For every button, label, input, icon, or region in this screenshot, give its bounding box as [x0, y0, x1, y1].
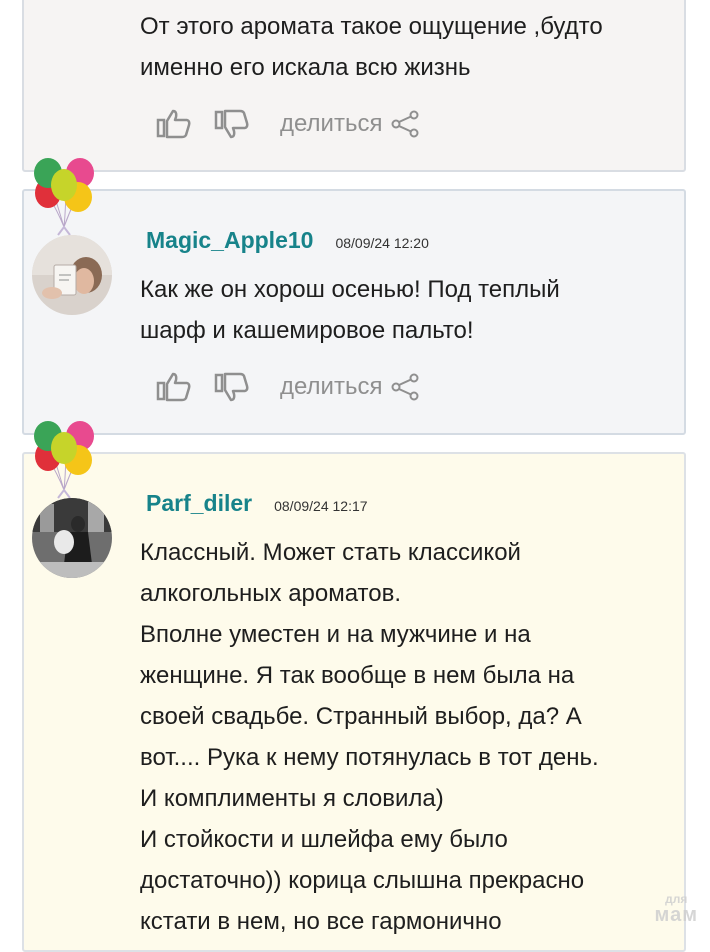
comment-line: именно его искала всю жизнь: [140, 54, 471, 81]
comment-line: женщине. Я так вообще в нем была на: [140, 662, 575, 689]
comment-line: вот.... Рука к нему потянулась в тот ден…: [140, 744, 599, 771]
comment-text: От этого аромата такое ощущение ,будто и…: [140, 6, 666, 88]
thumbs-down-icon: [214, 109, 249, 139]
like-button[interactable]: [156, 371, 192, 403]
avatar[interactable]: [32, 498, 112, 578]
share-button[interactable]: делиться: [280, 372, 420, 402]
thumbs-up-icon: [156, 109, 191, 139]
comment-line: И стойкости и шлейфа ему было: [140, 826, 508, 853]
comment-date: 08/09/24 12:17: [274, 498, 368, 514]
comment-actions: делиться: [156, 108, 420, 140]
thumbs-up-icon: [156, 372, 191, 402]
thumbs-down-icon: [214, 372, 249, 402]
dislike-button[interactable]: [214, 371, 250, 403]
comment-line: кстати в нем, но все гармонично: [140, 908, 502, 935]
comment-line: алкогольных ароматов.: [140, 580, 402, 607]
comment-text: Как же он хорош осенью! Под теплый шарф …: [140, 269, 666, 351]
username-link[interactable]: Parf_diler: [146, 490, 252, 517]
comment-actions: делиться: [156, 371, 420, 403]
comment-line: шарф и кашемировое пальто!: [140, 317, 474, 344]
comment-line: Классный. Может стать классикой: [140, 539, 521, 566]
comment-date: 08/09/24 12:20: [335, 235, 429, 251]
dislike-button[interactable]: [214, 108, 250, 140]
comment-line: Вполне уместен и на мужчине и на: [140, 621, 531, 648]
username-link[interactable]: Magic_Apple10: [146, 227, 313, 254]
like-button[interactable]: [156, 108, 192, 140]
comment-line: Как же он хорош осенью! Под теплый: [140, 276, 560, 303]
share-button[interactable]: делиться: [280, 109, 420, 139]
share-icon: [391, 110, 419, 138]
watermark-logo: для мам: [655, 893, 698, 925]
comment-line: От этого аромата такое ощущение ,будто: [140, 13, 603, 40]
comment-line: И комплименты я словила): [140, 785, 444, 812]
comment-author: Parf_diler 08/09/24 12:17: [146, 490, 368, 517]
comment-card: Parf_diler 08/09/24 12:17 Классный. Може…: [22, 421, 686, 952]
comment-text: Классный. Может стать классикой алкоголь…: [140, 532, 666, 942]
comment-card: Magic_Apple10 08/09/24 12:20 Как же он х…: [22, 158, 686, 435]
share-icon: [391, 373, 419, 401]
share-label: делиться: [280, 373, 383, 400]
comment-line: своей свадьбе. Странный выбор, да? А: [140, 703, 582, 730]
watermark-line: мам: [654, 904, 698, 926]
comment-author: Magic_Apple10 08/09/24 12:20: [146, 227, 429, 254]
comment-card: От этого аромата такое ощущение ,будто и…: [22, 0, 686, 172]
avatar[interactable]: [32, 235, 112, 315]
share-label: делиться: [280, 110, 383, 137]
comment-line: достаточно)) корица слышна прекрасно: [140, 867, 585, 894]
